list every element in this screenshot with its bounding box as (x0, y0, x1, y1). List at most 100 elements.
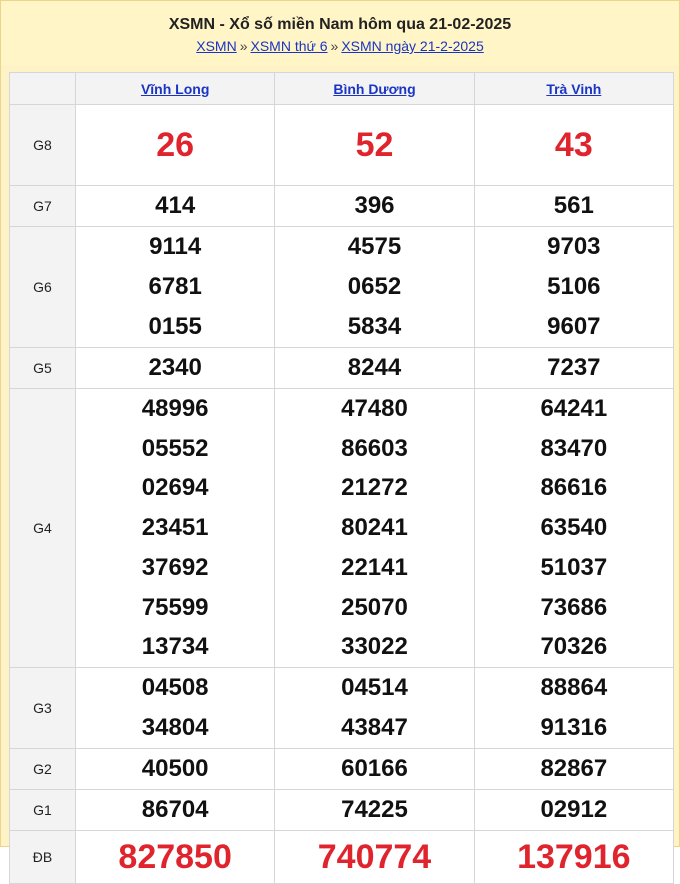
result-cell: 8244 (274, 347, 475, 389)
result-cell: 64241 83470 86616 63540 51037 73686 70326 (473, 388, 674, 668)
results-table: Vĩnh Long Bình Dương Trà Vinh G8 26 52 43 G7… (9, 72, 674, 884)
province-header-vinh-long: Vĩnh Long (74, 72, 276, 105)
result-number: 88864 (540, 674, 608, 701)
result-number: 23451 (141, 514, 209, 542)
prize-row-g7: G7 414 396 561 (9, 185, 674, 227)
result-number: 21272 (341, 474, 408, 502)
breadcrumb-xsmn-friday-link[interactable]: XSMN thứ 6 (250, 38, 327, 54)
result-number: 74225 (341, 796, 408, 823)
result-number: 0155 (148, 313, 202, 340)
province-header-binh-duong: Bình Dương (274, 72, 475, 105)
result-cell: 40500 (74, 748, 276, 790)
special-prize-number: 827850 (118, 838, 232, 876)
prize-label: G8 (9, 104, 76, 186)
result-number: 73686 (540, 593, 608, 621)
result-number: 25070 (341, 593, 408, 621)
prize-label: G1 (9, 789, 76, 831)
result-number: 26 (156, 126, 195, 164)
result-number: 2340 (148, 354, 202, 381)
result-cell: 82867 (473, 748, 674, 790)
result-cell: 48996 05552 02694 23451 37692 75599 13734 (74, 388, 276, 668)
result-cell: 52 (274, 104, 475, 186)
result-number: 34804 (141, 714, 209, 741)
result-number: 4575 (347, 233, 402, 260)
province-link-tra-vinh[interactable]: Trà Vinh (546, 81, 601, 97)
prize-label: G3 (9, 667, 76, 749)
result-number: 37692 (141, 553, 209, 581)
result-cell: 2340 (74, 347, 276, 389)
breadcrumb-xsmn-link[interactable]: XSMN (196, 38, 236, 54)
result-number: 9114 (149, 233, 202, 260)
prize-label: ĐB (9, 830, 76, 884)
prize-row-g5: G5 2340 8244 7237 (9, 347, 674, 389)
result-number: 04514 (341, 674, 408, 701)
corner-cell (9, 72, 76, 105)
result-number: 02694 (141, 474, 209, 502)
breadcrumb-separator: » (330, 38, 339, 54)
result-cell: 74225 (274, 789, 475, 831)
result-number: 04508 (141, 674, 209, 701)
prize-row-g1: G1 86704 74225 02912 (9, 789, 674, 831)
special-prize-number: 137916 (517, 838, 631, 876)
result-number: 80241 (341, 514, 408, 542)
result-cell: 86704 (74, 789, 276, 831)
result-number: 0652 (347, 273, 402, 300)
result-cell: 02912 (473, 789, 674, 831)
result-number: 6781 (148, 273, 202, 300)
prize-row-db: ĐB 827850 740774 137916 (9, 830, 674, 884)
result-number: 5106 (547, 273, 601, 300)
province-header-row: Vĩnh Long Bình Dương Trà Vinh (9, 72, 674, 105)
result-number: 9607 (547, 313, 601, 340)
result-number: 64241 (540, 395, 608, 423)
result-number: 396 (354, 192, 395, 219)
prize-row-g4: G4 48996 05552 02694 23451 37692 75599 13734 474… (9, 388, 674, 668)
result-number: 91316 (540, 714, 608, 741)
result-cell: 4575 0652 5834 (274, 226, 475, 348)
result-number: 63540 (540, 514, 608, 542)
result-number: 13734 (141, 633, 209, 661)
result-number: 02912 (540, 796, 608, 823)
result-number: 70326 (540, 633, 608, 661)
prize-label: G6 (9, 226, 76, 348)
result-cell: 88864 91316 (473, 667, 674, 749)
result-cell: 414 (74, 185, 276, 227)
result-cell: 396 (274, 185, 475, 227)
result-number: 43 (554, 126, 593, 164)
result-number: 60166 (341, 755, 408, 782)
result-number: 414 (155, 192, 196, 219)
result-number: 22141 (341, 553, 408, 581)
result-number: 86704 (141, 796, 209, 823)
result-number: 9703 (547, 233, 601, 260)
result-cell: 9114 6781 0155 (74, 226, 276, 348)
prize-row-g6: G6 9114 6781 0155 4575 0652 5834 9703 5106 9607 (9, 226, 674, 348)
result-number: 47480 (341, 395, 408, 423)
province-link-binh-duong[interactable]: Bình Dương (333, 81, 415, 97)
result-number: 48996 (141, 395, 209, 423)
result-cell: 60166 (274, 748, 475, 790)
result-number: 05552 (141, 434, 209, 462)
result-cell: 137916 (473, 830, 674, 884)
result-cell: 561 (473, 185, 674, 227)
result-number: 51037 (540, 553, 608, 581)
breadcrumb-xsmn-date-link[interactable]: XSMN ngày 21-2-2025 (341, 38, 483, 54)
result-cell: 47480 86603 21272 80241 22141 25070 33022 (274, 388, 475, 668)
prize-label: G4 (9, 388, 76, 668)
prize-row-g3: G3 04508 34804 04514 43847 88864 91316 (9, 667, 674, 749)
result-number: 5834 (347, 313, 402, 340)
province-header-tra-vinh: Trà Vinh (473, 72, 674, 105)
result-number: 52 (355, 126, 394, 164)
result-cell: 26 (74, 104, 276, 186)
result-number: 75599 (141, 593, 209, 621)
result-cell: 827850 (74, 830, 276, 884)
prize-label: G7 (9, 185, 76, 227)
prize-label: G2 (9, 748, 76, 790)
page-title: XSMN - Xổ số miền Nam hôm qua 21-02-2025 (168, 16, 512, 33)
result-cell: 04514 43847 (274, 667, 475, 749)
prize-label: G5 (9, 347, 76, 389)
result-number: 40500 (141, 755, 209, 782)
result-cell: 43 (473, 104, 674, 186)
result-cell: 9703 5106 9607 (473, 226, 674, 348)
province-link-vinh-long[interactable]: Vĩnh Long (141, 81, 209, 97)
result-number: 83470 (540, 434, 608, 462)
result-number: 7237 (547, 354, 601, 381)
